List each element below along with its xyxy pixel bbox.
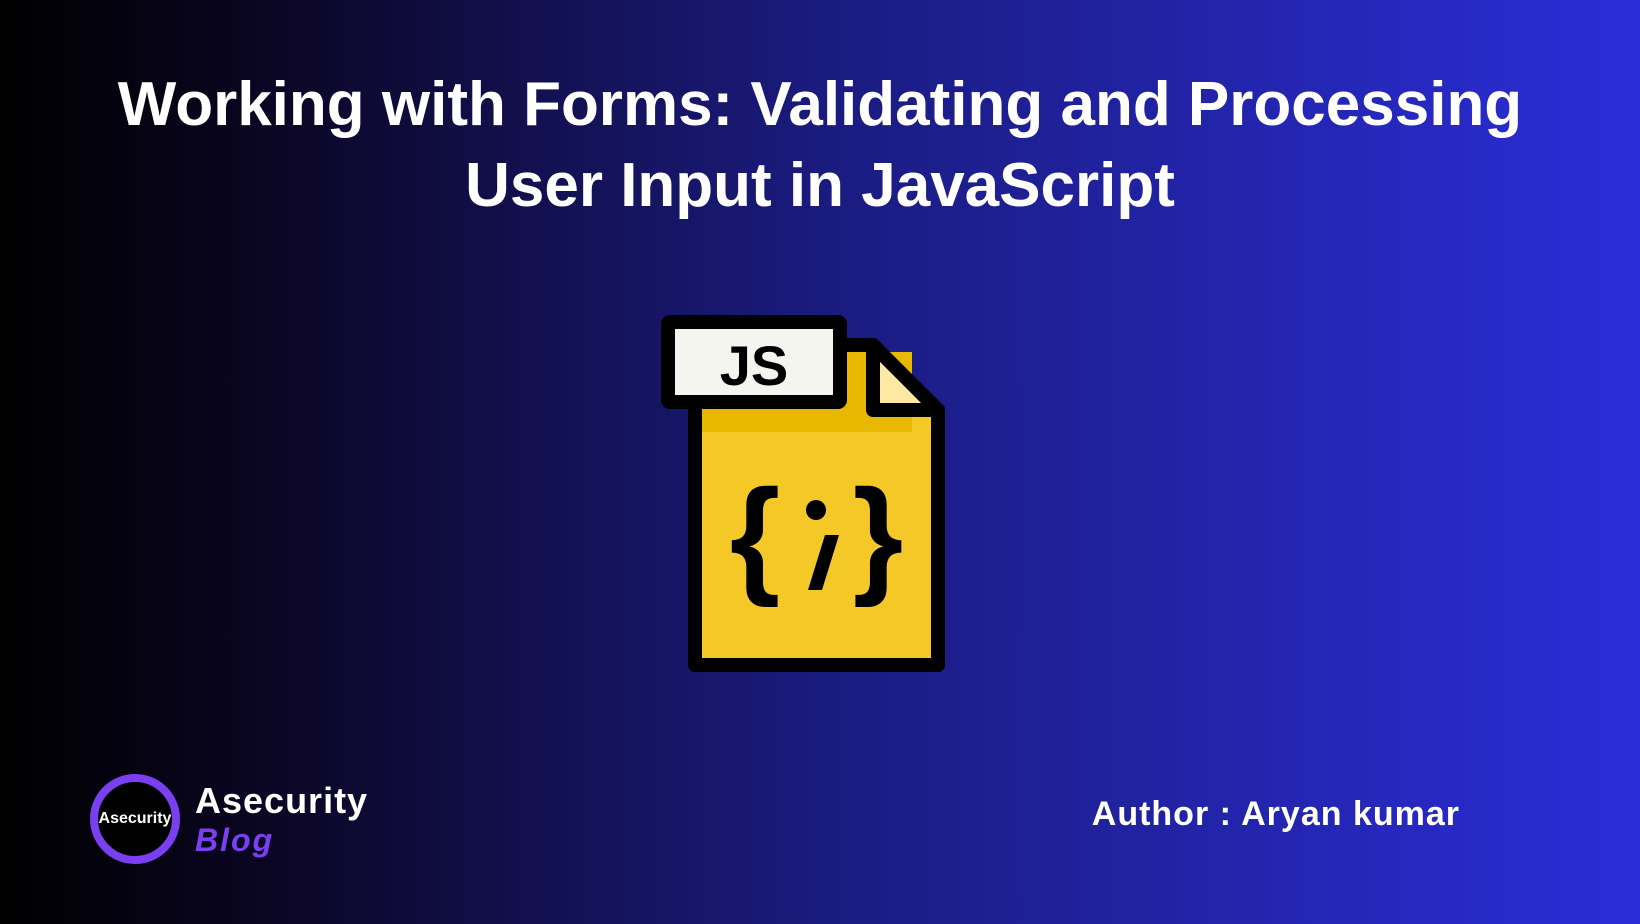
svg-text:{: { xyxy=(730,462,781,608)
site-logo: Asecurity Asecurity Blog xyxy=(90,774,368,864)
page-title: Working with Forms: Validating and Proce… xyxy=(0,65,1640,226)
author-credit: Author : Aryan kumar xyxy=(1092,795,1460,834)
svg-text:}: } xyxy=(853,462,904,608)
svg-text:JS: JS xyxy=(720,334,789,397)
logo-text-block: Asecurity Blog xyxy=(195,780,368,859)
logo-circle-text: Asecurity xyxy=(99,810,172,828)
logo-brand-name: Asecurity xyxy=(195,780,368,822)
logo-circle-icon: Asecurity xyxy=(90,774,180,864)
logo-brand-suffix: Blog xyxy=(195,822,368,859)
js-file-icon: JS { } xyxy=(650,280,990,680)
